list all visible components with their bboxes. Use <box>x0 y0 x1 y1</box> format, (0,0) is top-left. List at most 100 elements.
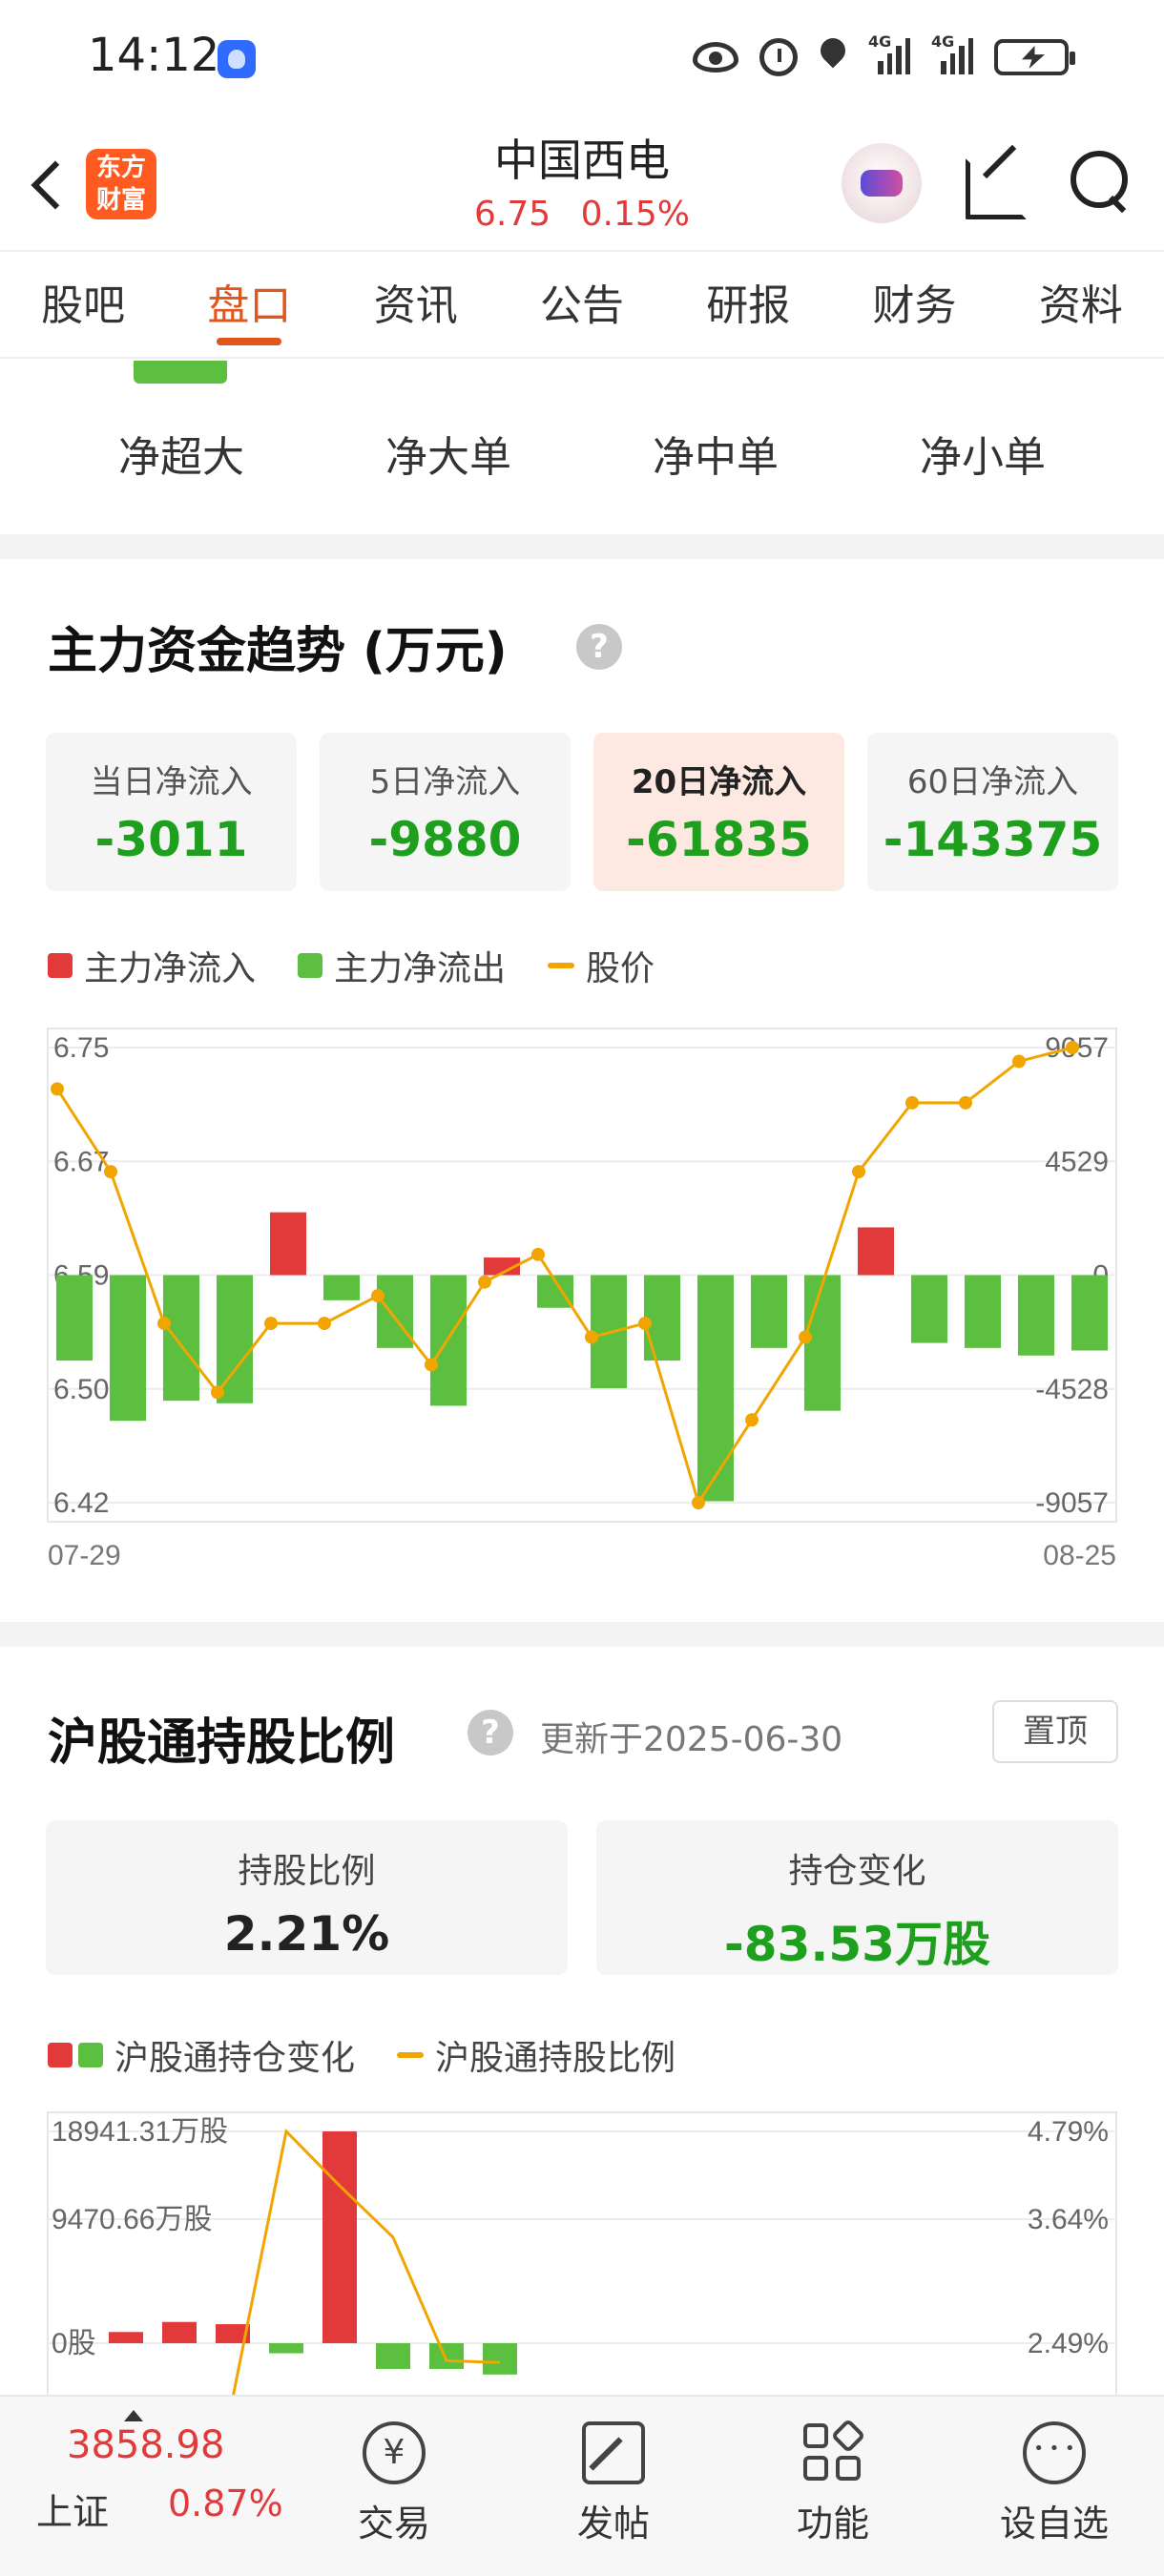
holding-bar <box>109 2332 143 2343</box>
flow-bar <box>857 1227 895 1276</box>
stock-price: 6.75 <box>474 195 551 234</box>
price-point <box>264 1317 278 1331</box>
flow-bar <box>803 1275 842 1411</box>
price-point <box>371 1289 385 1303</box>
status-time: 14:12 <box>88 29 220 82</box>
add-watchlist-button[interactable]: 设自选 <box>983 2397 1126 2546</box>
tab-announcements[interactable]: 公告 <box>499 252 665 357</box>
holding-bar <box>322 2131 357 2343</box>
flow-bar <box>964 1275 1002 1348</box>
flow-bar <box>376 1275 414 1348</box>
flow-bar <box>696 1275 735 1502</box>
subcat-super-large[interactable]: 净超大 <box>48 401 315 515</box>
y-right-tick: -9057 <box>1035 1487 1109 1519</box>
signal-icon: 4G <box>931 32 973 78</box>
holding-bar <box>429 2343 464 2369</box>
legend-label: 主力净流入 <box>84 949 257 988</box>
flow-bar <box>1017 1275 1055 1356</box>
legend-inflow: 主力净流入 <box>48 941 256 990</box>
pin-to-top-button[interactable]: 置顶 <box>992 1700 1118 1763</box>
x-tick-start: 07-29 <box>48 1540 121 1571</box>
tab-finance[interactable]: 财务 <box>831 252 997 357</box>
chart2-legend: 沪股通持仓变化 沪股通持股比例 <box>48 2030 676 2080</box>
flow-bar <box>322 1275 361 1300</box>
stock-header: 东方 财富 中国西电 6.75 0.15% <box>0 114 1164 248</box>
price-point <box>638 1317 652 1331</box>
share-icon[interactable] <box>964 149 1027 219</box>
flow-bar <box>216 1275 254 1403</box>
card-value: -61835 <box>626 812 812 867</box>
card-value: 2.21% <box>223 1906 390 1962</box>
tab-bar: 股吧 盘口 资讯 公告 研报 财务 资料 <box>0 250 1164 359</box>
tab-guba[interactable]: 股吧 <box>0 252 166 357</box>
subcat-large[interactable]: 净大单 <box>315 401 582 515</box>
plot-frame <box>47 2111 1117 2395</box>
card-20d[interactable]: 20日净流入 -61835 <box>593 733 844 891</box>
y-left-tick: 6.42 <box>53 1487 109 1519</box>
chart1-legend: 主力净流入 主力净流出 股价 <box>48 941 655 990</box>
post-button[interactable]: 发帖 <box>542 2397 685 2546</box>
flow-bar <box>269 1212 307 1276</box>
card-today[interactable]: 当日净流入 -3011 <box>46 733 297 891</box>
price-point <box>104 1165 117 1179</box>
index-name[interactable]: 上证 <box>36 2483 109 2535</box>
card-5d[interactable]: 5日净流入 -9880 <box>320 733 571 891</box>
app-icon <box>218 40 256 78</box>
price-point <box>211 1385 224 1400</box>
signal-label: 4G <box>868 32 892 51</box>
bar-fragment <box>134 361 227 384</box>
y-right-tick: 4.79% <box>1028 2116 1109 2148</box>
eye-icon <box>693 42 738 73</box>
legend-label: 主力净流出 <box>334 949 507 988</box>
legend-label: 股价 <box>586 949 655 988</box>
bottom-bar: 3858.98 上证 0.87% ¥ 交易 发帖 功能 设自选 <box>0 2395 1164 2576</box>
capital-trend-chart[interactable]: 6.7590576.6745296.5906.50-45286.42-90570… <box>0 1011 1164 1584</box>
holding-bar <box>269 2343 303 2354</box>
holding-bar <box>483 2343 517 2375</box>
robot-avatar-icon[interactable] <box>842 143 922 223</box>
hk-connect-chart[interactable]: 18941.31万股 4.79% 9470.66万股 3.64% 0股 2.49% <box>0 2099 1164 2395</box>
legend-swatch-green <box>298 953 323 978</box>
section-title-capital-trend: 主力资金趋势 (万元) <box>48 623 508 680</box>
post-icon <box>582 2421 645 2484</box>
tab-profile[interactable]: 资料 <box>998 252 1164 357</box>
subcat-small[interactable]: 净小单 <box>849 401 1116 515</box>
index-change-pct[interactable]: 0.87% <box>168 2483 283 2524</box>
help-icon[interactable]: ? <box>576 624 622 670</box>
subcat-medium[interactable]: 净中单 <box>582 401 849 515</box>
card-label: 当日净流入 <box>90 763 253 801</box>
legend-holding-ratio: 沪股通持股比例 <box>397 2030 676 2080</box>
tab-pankou[interactable]: 盘口 <box>166 252 332 357</box>
flow-bar <box>643 1275 681 1361</box>
holding-bar <box>376 2343 410 2369</box>
section-divider <box>0 534 1164 559</box>
legend-label: 沪股通持仓变化 <box>114 2039 356 2078</box>
flow-bar <box>162 1275 200 1402</box>
y-left-tick: 9470.66万股 <box>52 2204 212 2235</box>
function-button[interactable]: 功能 <box>761 2397 904 2546</box>
signal-icon: 4G <box>868 32 910 78</box>
stock-change-pct: 0.15% <box>580 195 690 234</box>
order-size-categories: 净超大 净大单 净中单 净小单 <box>0 401 1164 515</box>
tab-research[interactable]: 研报 <box>665 252 831 357</box>
signal-label: 4G <box>931 32 955 51</box>
legend-price: 股价 <box>548 941 655 990</box>
caret-up-icon[interactable] <box>124 2410 143 2421</box>
tab-news[interactable]: 资讯 <box>333 252 499 357</box>
card-60d[interactable]: 60日净流入 -143375 <box>867 733 1118 891</box>
legend-swatch-line <box>397 2052 425 2058</box>
flow-bar <box>109 1275 147 1422</box>
y-right-tick: 4529 <box>1045 1146 1109 1177</box>
trade-button[interactable]: ¥ 交易 <box>322 2397 466 2546</box>
y-left-tick: 6.75 <box>53 1032 109 1064</box>
y-left-tick: 0股 <box>52 2328 96 2359</box>
price-point <box>425 1358 438 1372</box>
search-icon[interactable] <box>1069 149 1130 210</box>
card-value: -9880 <box>368 812 522 867</box>
y-right-tick: 2.49% <box>1028 2328 1109 2359</box>
price-point <box>1012 1054 1026 1069</box>
y-right-tick: -4528 <box>1035 1374 1109 1405</box>
legend-swatch-green <box>78 2043 103 2067</box>
index-value[interactable]: 3858.98 <box>67 2423 224 2467</box>
help-icon[interactable]: ? <box>468 1710 513 1755</box>
